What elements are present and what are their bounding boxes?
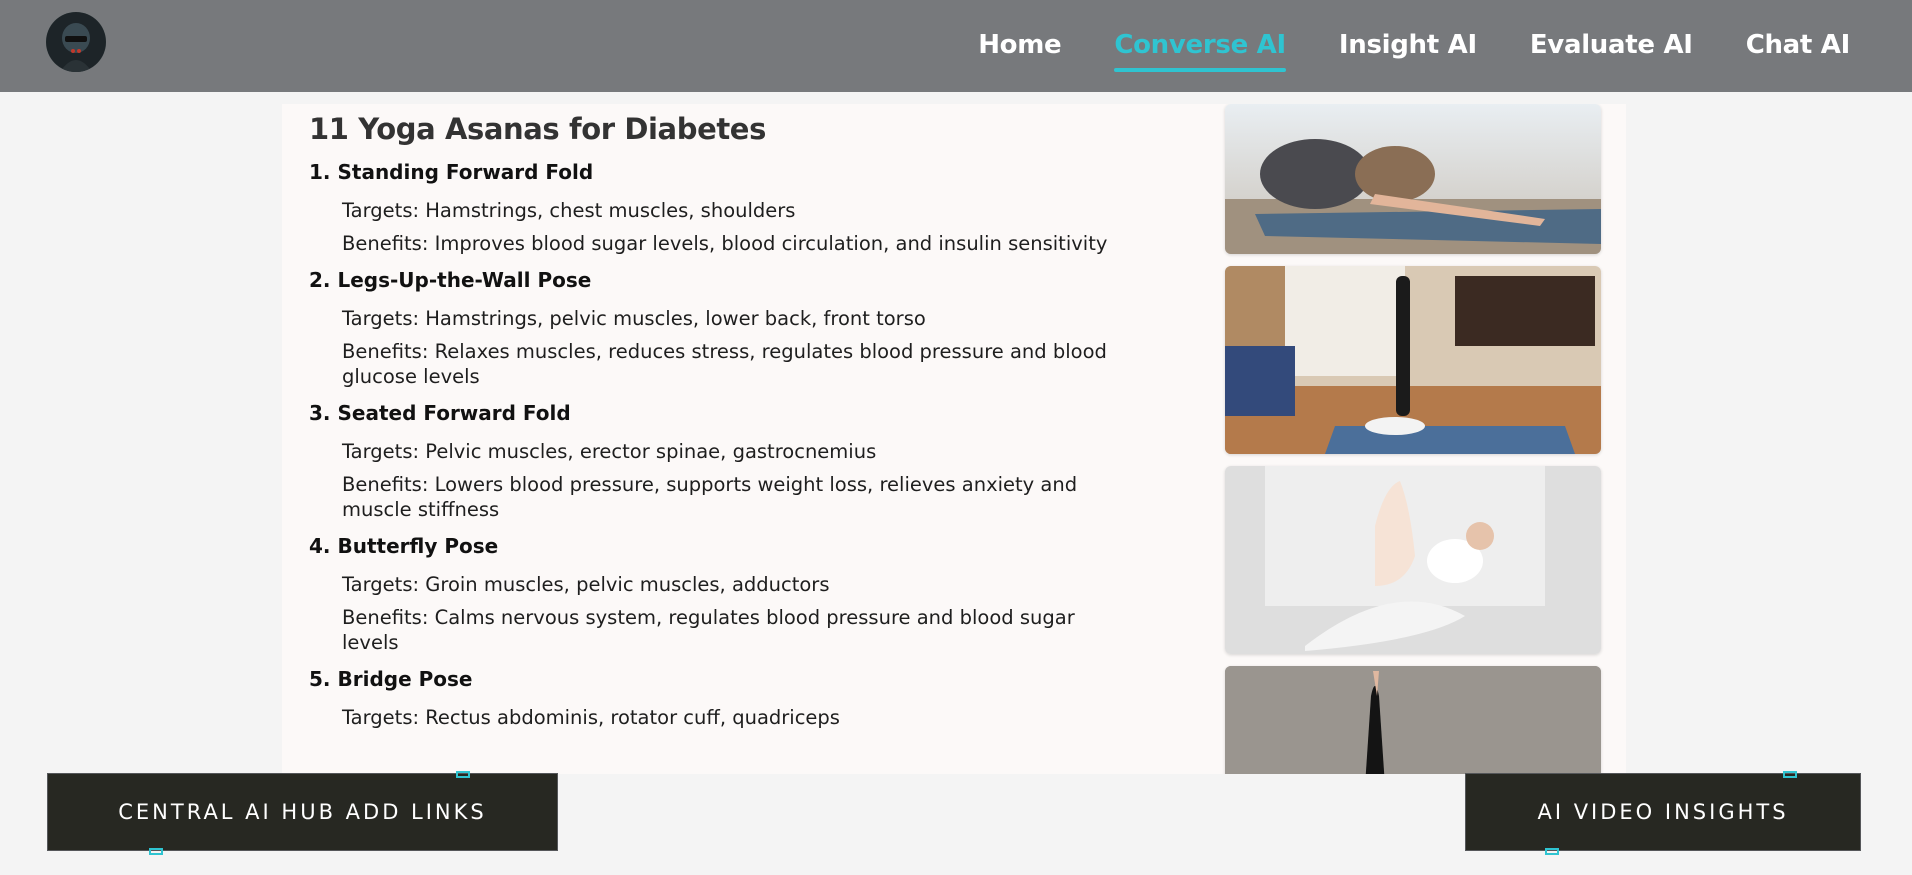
asana-item: 3. Seated Forward Fold Targets: Pelvic m… (309, 401, 1209, 522)
asana-name: 3. Seated Forward Fold (309, 401, 571, 425)
main-nav: Home Converse AI Insight AI Evaluate AI … (978, 30, 1851, 72)
article-panel: 11 Yoga Asanas for Diabetes 1. Standing … (282, 104, 1626, 774)
asana-targets: Targets: Hamstrings, pelvic muscles, low… (342, 307, 926, 330)
yoga-image-child-pose (1225, 104, 1601, 254)
asana-benefits: Benefits: Improves blood sugar levels, b… (342, 232, 1108, 255)
asana-benefits: Benefits: Relaxes muscles, reduces stres… (342, 340, 1107, 388)
nav-converse-ai[interactable]: Converse AI (1114, 30, 1286, 72)
asana-benefits: Benefits: Lowers blood pressure, support… (342, 473, 1078, 521)
yoga-image-column (1225, 104, 1601, 774)
article-title: 11 Yoga Asanas for Diabetes (309, 112, 766, 146)
yoga-image-standing-pose (1225, 666, 1601, 774)
asana-benefits: Benefits: Calms nervous system, regulate… (342, 606, 1075, 654)
nav-chat-ai[interactable]: Chat AI (1746, 30, 1851, 68)
asana-targets: Targets: Groin muscles, pelvic muscles, … (342, 573, 830, 596)
nav-evaluate-ai[interactable]: Evaluate AI (1530, 30, 1693, 68)
ai-video-insights-button[interactable]: AI VIDEO INSIGHTS (1465, 773, 1861, 851)
top-navbar: Home Converse AI Insight AI Evaluate AI … (0, 0, 1912, 92)
asana-targets: Targets: Hamstrings, chest muscles, shou… (342, 199, 796, 222)
asana-item: 4. Butterfly Pose Targets: Groin muscles… (309, 534, 1209, 655)
asana-item: 5. Bridge Pose Targets: Rectus abdominis… (309, 667, 1209, 730)
asana-targets: Targets: Rectus abdominis, rotator cuff,… (342, 706, 840, 729)
central-ai-hub-add-links-button[interactable]: CENTRAL AI HUB ADD LINKS (47, 773, 558, 851)
avatar-logo[interactable] (46, 12, 106, 72)
asana-item: 2. Legs-Up-the-Wall Pose Targets: Hamstr… (309, 268, 1209, 389)
asana-name: 4. Butterfly Pose (309, 534, 499, 558)
asana-name: 2. Legs-Up-the-Wall Pose (309, 268, 592, 292)
asana-name: 5. Bridge Pose (309, 667, 473, 691)
article-content: 11 Yoga Asanas for Diabetes 1. Standing … (309, 108, 1209, 742)
resize-handle[interactable] (1783, 771, 1797, 778)
yoga-image-bow-pose (1225, 466, 1601, 654)
resize-handle[interactable] (149, 848, 163, 855)
resize-handle[interactable] (456, 771, 470, 778)
asana-name: 1. Standing Forward Fold (309, 160, 594, 184)
yoga-image-shoulder-stand (1225, 266, 1601, 454)
nav-insight-ai[interactable]: Insight AI (1339, 30, 1477, 68)
robot-helmet-icon (46, 12, 106, 72)
asana-item: 1. Standing Forward Fold Targets: Hamstr… (309, 160, 1209, 256)
nav-home[interactable]: Home (978, 30, 1061, 68)
resize-handle[interactable] (1545, 848, 1559, 855)
asana-targets: Targets: Pelvic muscles, erector spinae,… (342, 440, 877, 463)
